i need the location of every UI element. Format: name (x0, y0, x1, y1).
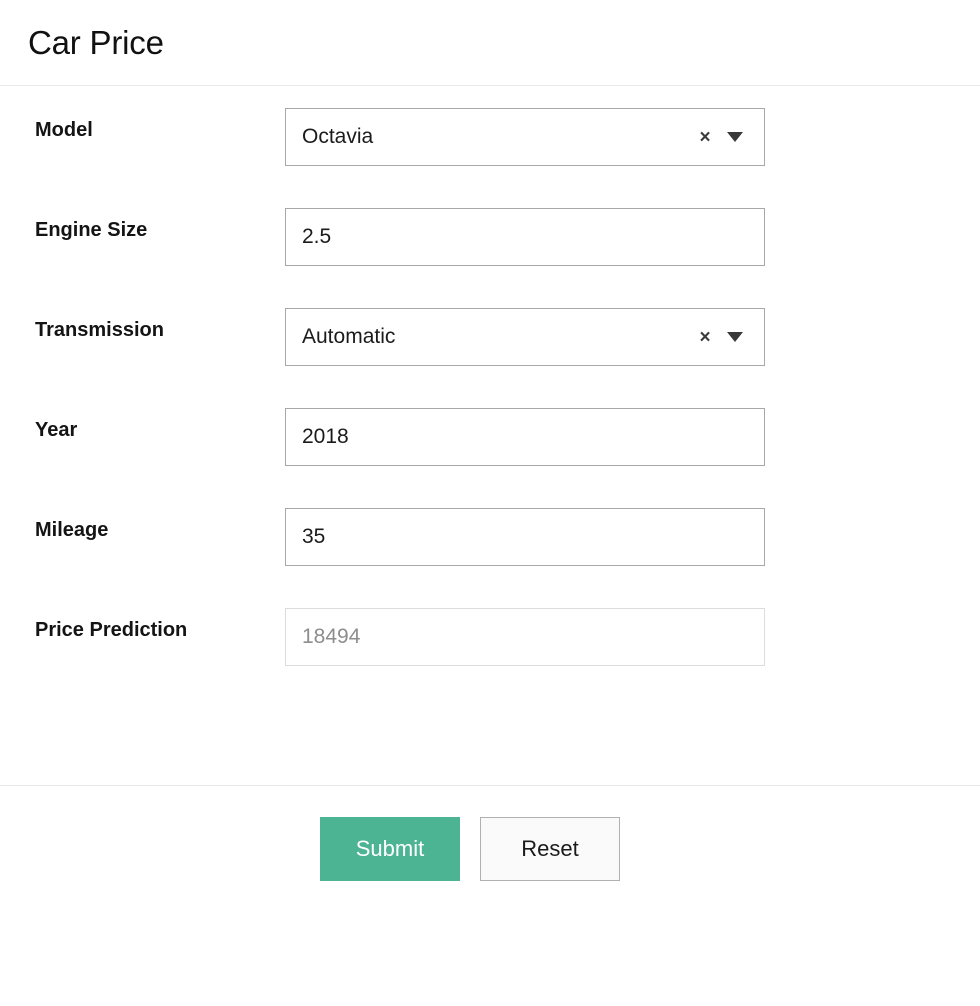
mileage-input[interactable]: 35 (285, 508, 765, 566)
engine-size-input[interactable]: 2.5 (285, 208, 765, 266)
control-mileage: 35 (285, 508, 765, 566)
clear-icon[interactable]: × (692, 128, 718, 147)
year-input[interactable]: 2018 (285, 408, 765, 466)
car-price-form: Model Octavia × Engine Size 2.5 Transmis… (0, 86, 980, 708)
form-row-engine-size: Engine Size 2.5 (0, 208, 980, 308)
transmission-select[interactable]: Automatic × (285, 308, 765, 366)
footer-button-group: Submit Reset (0, 817, 980, 881)
control-transmission: Automatic × (285, 308, 765, 366)
chevron-down-icon[interactable] (718, 332, 752, 342)
app-header: Car Price (0, 0, 980, 86)
label-mileage: Mileage (0, 508, 285, 544)
model-select-value: Octavia (302, 125, 692, 149)
form-row-mileage: Mileage 35 (0, 508, 980, 608)
form-row-transmission: Transmission Automatic × (0, 308, 980, 408)
price-prediction-output: 18494 (285, 608, 765, 666)
form-row-year: Year 2018 (0, 408, 980, 508)
control-price-prediction: 18494 (285, 608, 765, 666)
control-engine-size: 2.5 (285, 208, 765, 266)
control-model: Octavia × (285, 108, 765, 166)
control-year: 2018 (285, 408, 765, 466)
label-year: Year (0, 408, 285, 444)
label-transmission: Transmission (0, 308, 285, 344)
page-title: Car Price (28, 26, 164, 59)
reset-button[interactable]: Reset (480, 817, 620, 881)
transmission-select-value: Automatic (302, 325, 692, 349)
chevron-down-icon[interactable] (718, 132, 752, 142)
label-price-prediction: Price Prediction (0, 608, 250, 644)
submit-button[interactable]: Submit (320, 817, 460, 881)
model-select[interactable]: Octavia × (285, 108, 765, 166)
clear-icon[interactable]: × (692, 328, 718, 347)
label-engine-size: Engine Size (0, 208, 285, 244)
form-row-model: Model Octavia × (0, 108, 980, 208)
label-model: Model (0, 108, 285, 144)
form-footer: Submit Reset (0, 785, 980, 881)
form-row-price-prediction: Price Prediction 18494 (0, 608, 980, 708)
